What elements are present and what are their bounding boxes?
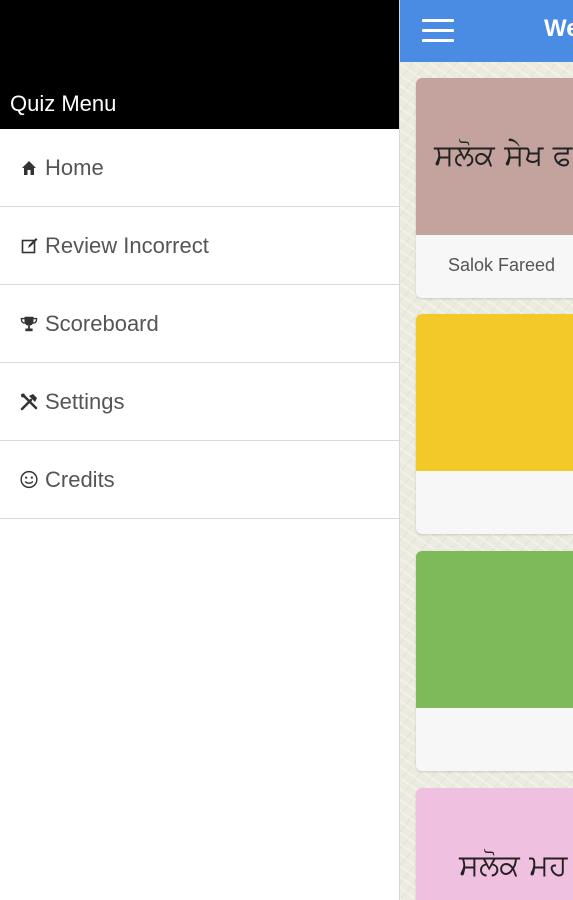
card-image: [416, 314, 573, 471]
menu-item-label: Settings: [45, 388, 125, 414]
drawer-title: Quiz Menu: [10, 91, 117, 116]
card-caption: Salok Fareed: [448, 255, 556, 275]
menu-item-label: Scoreboard: [45, 310, 159, 336]
main-content: We ਸਲੋਕ ਸੇਖ ਫ Salok Fareed ਸਲੋਕ ਮਹ: [400, 0, 573, 900]
card-image: ਸਲੋਕ ਮਹ: [416, 788, 573, 900]
tools-icon: [20, 393, 38, 411]
quiz-card[interactable]: [416, 551, 573, 771]
card-image-text: ਸਲੋਕ ਮਹ: [459, 848, 568, 883]
quiz-card[interactable]: [416, 314, 573, 534]
menu-item-scoreboard[interactable]: Scoreboard: [0, 285, 399, 363]
smiley-icon: [20, 470, 38, 489]
menu-item-credits[interactable]: Credits: [0, 441, 399, 519]
hamburger-icon[interactable]: [422, 19, 454, 43]
app-title: We: [544, 15, 573, 42]
drawer-header: Quiz Menu: [0, 0, 399, 129]
top-app-bar: We: [400, 0, 573, 62]
menu-item-review-incorrect[interactable]: Review Incorrect: [0, 207, 399, 285]
card-image: ਸਲੋਕ ਸੇਖ ਫ: [416, 78, 573, 235]
edit-icon: [20, 237, 38, 255]
menu-item-settings[interactable]: Settings: [0, 363, 399, 441]
card-caption: [416, 471, 573, 534]
quiz-card-salok-fareed[interactable]: ਸਲੋਕ ਸੇਖ ਫ Salok Fareed: [416, 78, 573, 298]
menu-item-label: Home: [45, 154, 104, 180]
trophy-icon: [20, 315, 38, 333]
card-caption: [416, 708, 573, 771]
menu-item-label: Credits: [45, 466, 115, 492]
navigation-drawer: Quiz Menu Home Review Incorrect Scoreboa…: [0, 0, 400, 900]
quiz-card-salok-mahalla[interactable]: ਸਲੋਕ ਮਹ: [416, 788, 573, 900]
card-image-text: ਸਲੋਕ ਸੇਖ ਫ: [434, 138, 573, 173]
card-image: [416, 551, 573, 708]
menu-item-label: Review Incorrect: [45, 232, 209, 258]
menu-item-home[interactable]: Home: [0, 129, 399, 207]
home-icon: [20, 159, 38, 177]
